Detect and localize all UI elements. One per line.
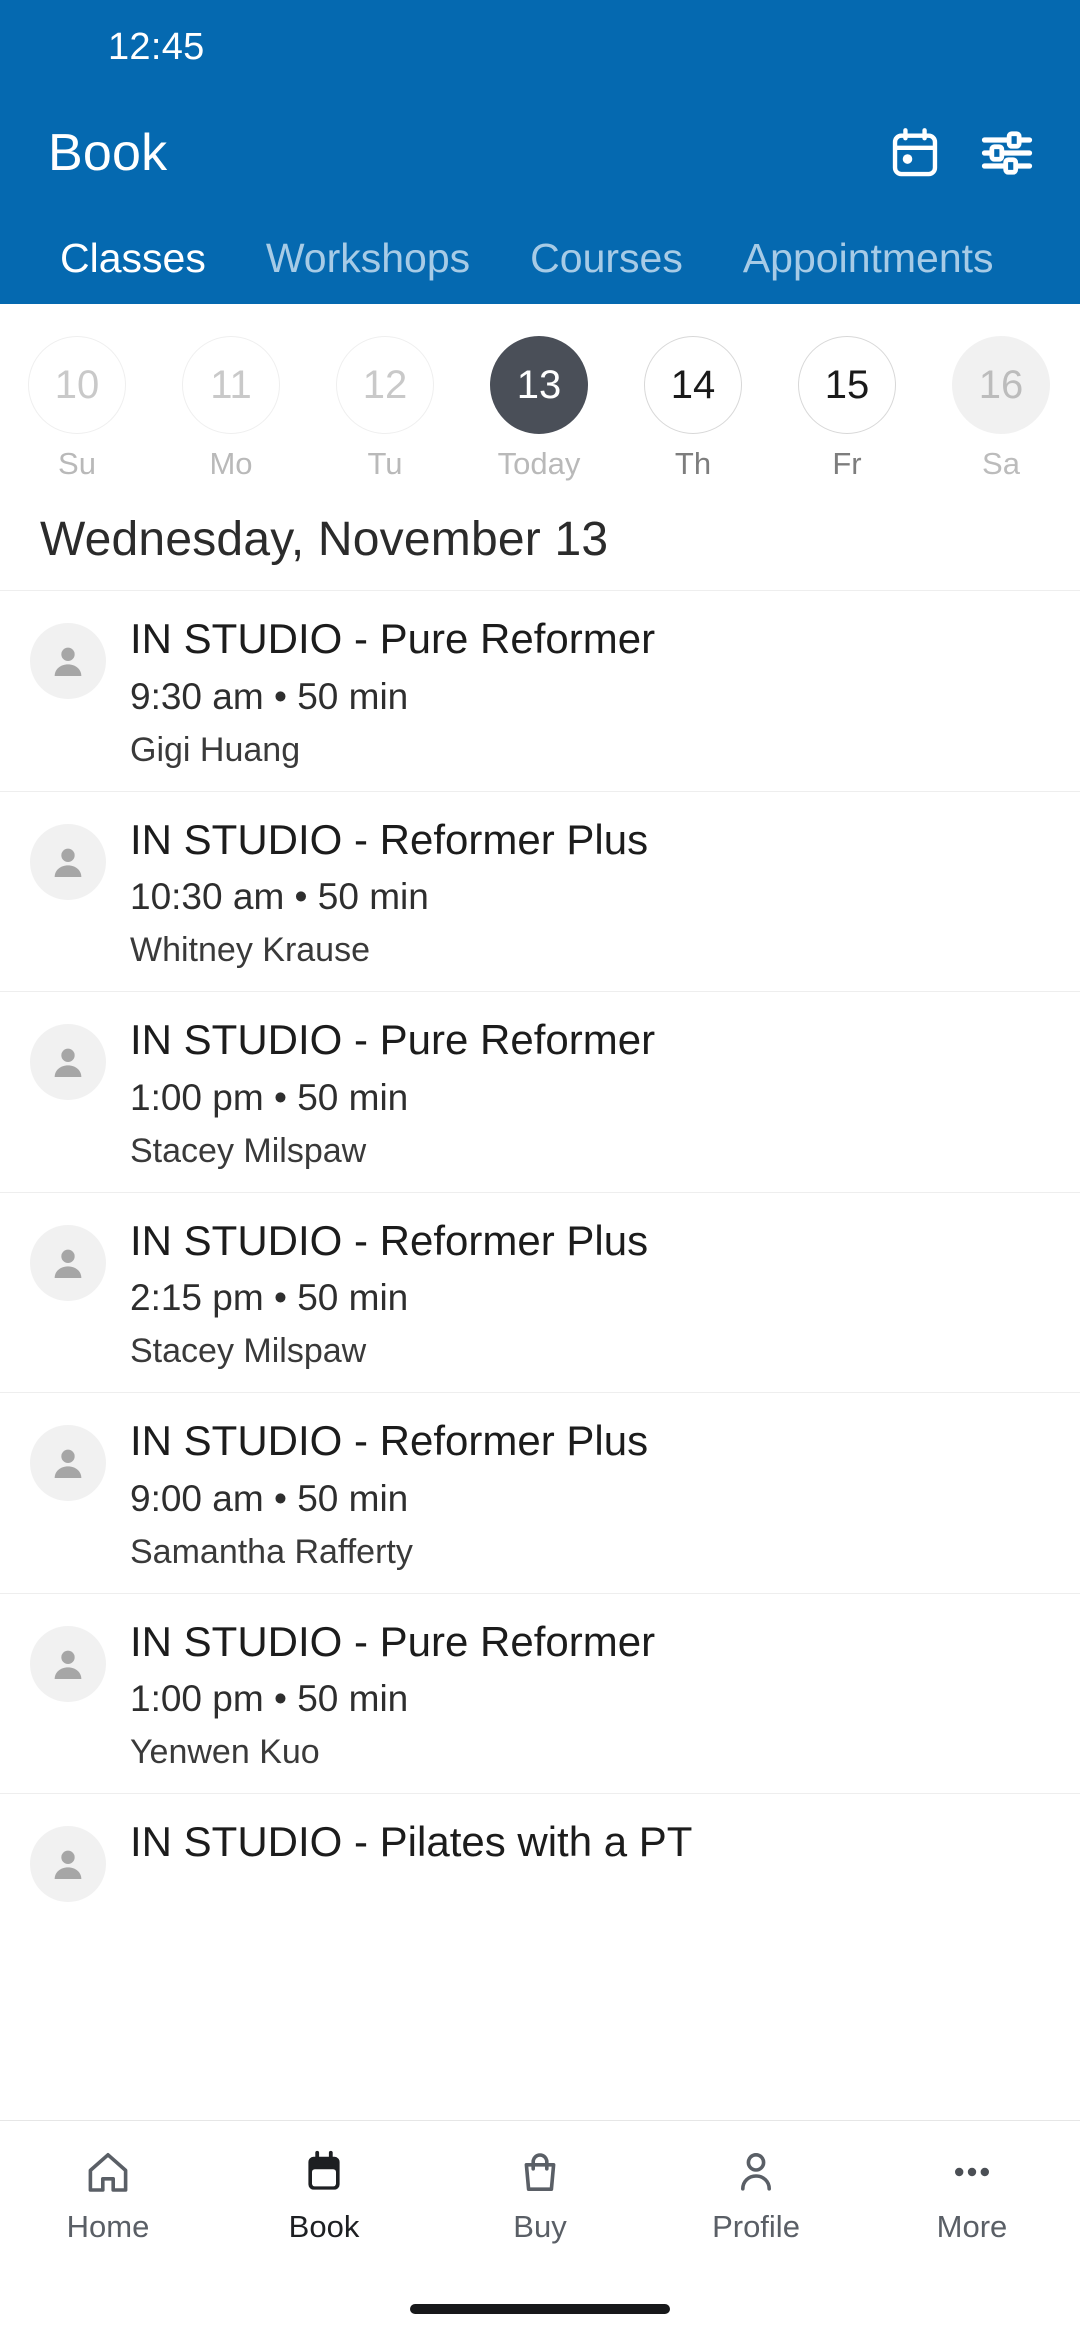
class-title: IN STUDIO - Pure Reformer — [130, 1018, 656, 1063]
person-placeholder-icon — [30, 623, 106, 699]
bottom-navigation-bar: Home Book Buy Profile More — [0, 2120, 1080, 2278]
app-bar-actions — [886, 124, 1036, 182]
nav-label: Profile — [712, 2209, 800, 2244]
class-instructor: Whitney Krause — [130, 931, 370, 970]
class-instructor: Stacey Milspaw — [130, 1332, 367, 1371]
class-list-item[interactable]: IN STUDIO - Pure Reformer 9:30 am • 50 m… — [0, 590, 1080, 791]
class-time-duration: 1:00 pm • 50 min — [130, 1076, 409, 1118]
class-title: IN STUDIO - Reformer Plus — [130, 817, 649, 863]
date-weekday: Today — [497, 446, 581, 481]
status-bar-clock: 12:45 — [108, 26, 205, 68]
class-title: IN STUDIO - Pilates with a PT — [130, 1820, 693, 1865]
tab-workshops[interactable]: Workshops — [236, 237, 500, 279]
person-placeholder-icon — [30, 823, 106, 900]
date-weekday: Th — [674, 446, 712, 481]
class-time-duration: 1:00 pm • 50 min — [130, 1678, 409, 1720]
date-weekday: Sa — [982, 446, 1020, 481]
date-weekday: Mo — [209, 446, 253, 481]
class-instructor: Stacey Milspaw — [130, 1131, 367, 1170]
class-time-duration: 2:15 pm • 50 min — [130, 1277, 409, 1319]
nav-item-more[interactable]: More — [864, 2143, 1080, 2242]
date-cell-14[interactable]: 14 Th — [616, 336, 770, 479]
booking-type-tabs: Classes Workshops Courses Appointments — [0, 212, 1080, 304]
date-cell-16[interactable]: 16 Sa — [924, 336, 1078, 479]
class-details: IN STUDIO - Pure Reformer 1:00 pm • 50 m… — [130, 1018, 1040, 1168]
class-instructor: Yenwen Kuo — [130, 1733, 320, 1772]
top-app-bar-container: 12:45 Book Classes Workshops Courses App… — [0, 0, 1080, 304]
nav-item-book[interactable]: Book — [216, 2143, 432, 2242]
class-list-item[interactable]: IN STUDIO - Pure Reformer 1:00 pm • 50 m… — [0, 991, 1080, 1192]
shopping-bag-icon — [516, 2143, 564, 2201]
class-details: IN STUDIO - Pilates with a PT — [130, 1820, 1040, 1883]
calendar-filled-icon — [300, 2143, 348, 2201]
filter-sliders-icon[interactable] — [978, 124, 1036, 182]
class-list-item[interactable]: IN STUDIO - Reformer Plus 10:30 am • 50 … — [0, 790, 1080, 992]
date-number: 10 — [28, 336, 126, 434]
date-cell-15[interactable]: 15 Fr — [770, 336, 924, 479]
nav-label: More — [936, 2209, 1008, 2244]
date-number: 15 — [798, 336, 896, 434]
class-time-duration: 10:30 am • 50 min — [130, 876, 429, 918]
tab-appointments[interactable]: Appointments — [713, 237, 1024, 279]
app-bar: Book — [0, 94, 1080, 212]
nav-label: Buy — [513, 2209, 567, 2244]
date-weekday: Tu — [367, 446, 403, 481]
date-cell-10[interactable]: 10 Su — [0, 336, 154, 479]
class-details: IN STUDIO - Reformer Plus 10:30 am • 50 … — [130, 818, 1040, 968]
person-placeholder-icon — [30, 1625, 106, 1702]
tab-classes[interactable]: Classes — [30, 237, 236, 279]
nav-label: Home — [66, 2209, 150, 2244]
class-details: IN STUDIO - Reformer Plus 9:00 am • 50 m… — [130, 1419, 1040, 1569]
date-cell-11[interactable]: 11 Mo — [154, 336, 308, 479]
gesture-bar-area — [0, 2278, 1080, 2340]
class-instructor: Gigi Huang — [130, 730, 301, 769]
class-list-item[interactable]: IN STUDIO - Pure Reformer 1:00 pm • 50 m… — [0, 1592, 1080, 1794]
nav-label: Book — [288, 2209, 360, 2244]
date-weekday: Fr — [832, 446, 862, 481]
tab-courses[interactable]: Courses — [500, 237, 713, 279]
date-cell-13-today-selected[interactable]: 13 Today — [462, 336, 616, 479]
person-placeholder-icon — [30, 1024, 106, 1101]
person-placeholder-icon — [30, 1826, 106, 1903]
class-details: IN STUDIO - Pure Reformer 9:30 am • 50 m… — [130, 617, 1040, 767]
nav-item-home[interactable]: Home — [0, 2143, 216, 2242]
date-number: 13 — [490, 336, 588, 434]
nav-item-profile[interactable]: Profile — [648, 2143, 864, 2242]
app-screen: 12:45 Book Classes Workshops Courses App… — [0, 0, 1080, 2340]
class-list[interactable]: IN STUDIO - Pure Reformer 9:30 am • 50 m… — [0, 590, 1080, 2120]
date-number: 14 — [644, 336, 742, 434]
class-details: IN STUDIO - Reformer Plus 2:15 pm • 50 m… — [130, 1219, 1040, 1369]
class-list-item[interactable]: IN STUDIO - Reformer Plus 9:00 am • 50 m… — [0, 1392, 1080, 1593]
home-icon — [84, 2143, 132, 2201]
class-title: IN STUDIO - Pure Reformer — [130, 1619, 656, 1665]
person-placeholder-icon — [30, 1224, 106, 1301]
class-time-duration: 9:00 am • 50 min — [130, 1477, 409, 1519]
person-placeholder-icon — [30, 1425, 106, 1502]
more-dots-icon — [948, 2143, 996, 2201]
home-gesture-bar[interactable] — [410, 2304, 670, 2314]
selected-date-heading: Wednesday, November 13 — [40, 513, 609, 566]
calendar-icon[interactable] — [886, 124, 944, 182]
date-cell-12[interactable]: 12 Tu — [308, 336, 462, 479]
class-list-item[interactable]: IN STUDIO - Reformer Plus 2:15 pm • 50 m… — [0, 1191, 1080, 1393]
person-icon — [732, 2143, 780, 2201]
class-time-duration: 9:30 am • 50 min — [130, 675, 409, 717]
date-number: 12 — [336, 336, 434, 434]
page-title: Book — [48, 124, 168, 182]
date-number: 11 — [182, 336, 280, 434]
class-title: IN STUDIO - Pure Reformer — [130, 617, 656, 662]
date-weekday: Su — [58, 446, 96, 481]
class-title: IN STUDIO - Reformer Plus — [130, 1419, 649, 1464]
date-number: 16 — [952, 336, 1050, 434]
status-bar: 12:45 — [0, 0, 1080, 94]
class-list-item-partial[interactable]: IN STUDIO - Pilates with a PT — [0, 1793, 1080, 1938]
class-instructor: Samantha Rafferty — [130, 1532, 413, 1571]
class-details: IN STUDIO - Pure Reformer 1:00 pm • 50 m… — [130, 1620, 1040, 1770]
nav-item-buy[interactable]: Buy — [432, 2143, 648, 2242]
date-strip[interactable]: 10 Su 11 Mo 12 Tu 13 Today 14 Th 15 Fr 1… — [0, 304, 1080, 504]
class-title: IN STUDIO - Reformer Plus — [130, 1218, 649, 1264]
